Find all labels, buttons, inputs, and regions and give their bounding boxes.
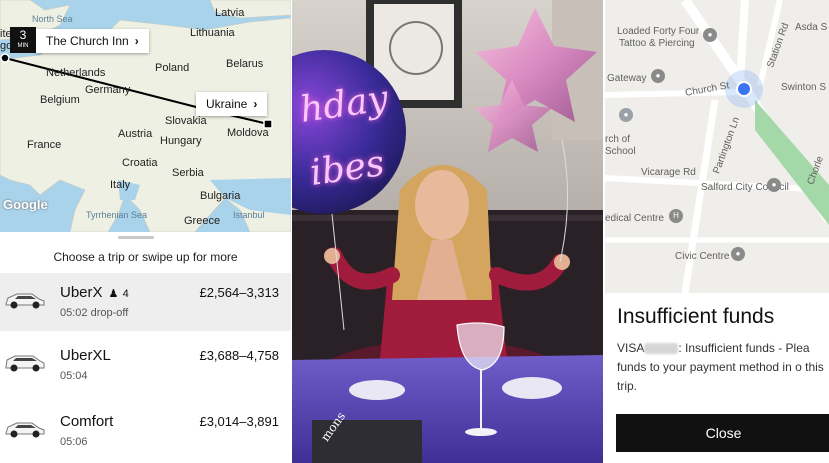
trip-option-comfort[interactable]: Comfort 05:06 £3,014–3,891 — [0, 402, 291, 460]
map-label: Austria — [118, 128, 153, 140]
trip-dropoff-time: 05:02 drop-off — [60, 307, 129, 319]
car-icon — [5, 293, 45, 309]
map-label: Tattoo & Piercing — [619, 38, 695, 49]
map-label: Hungary — [160, 135, 202, 147]
eta-badge: 3 MIN — [10, 27, 36, 53]
eta-unit: MIN — [17, 43, 29, 49]
trip-chooser-screen: North Sea Latvia Lithuania Belarus Polan… — [0, 0, 291, 463]
birthday-photo: hday ibes mons — [292, 0, 603, 463]
error-sheet: Insufficient funds VISA: Insufficient fu… — [605, 293, 829, 463]
seat-count: 4 — [122, 288, 129, 300]
government-icon: ● — [767, 178, 781, 192]
sheet-drag-handle[interactable] — [118, 236, 154, 239]
map-label: Gateway — [607, 73, 647, 84]
dropoff-callout[interactable]: Ukraine › — [196, 92, 268, 116]
trip-price: £3,688–4,758 — [199, 348, 279, 363]
shop-icon: ● — [703, 28, 717, 42]
map-label: Tyrrhenian Sea — [86, 210, 148, 220]
map-label: Moldova — [227, 127, 269, 139]
map-label: rch of — [605, 134, 631, 145]
chevron-right-icon: › — [134, 34, 139, 48]
pickup-marker — [0, 53, 10, 63]
error-message: VISA: Insufficient funds - Plea funds to… — [617, 341, 824, 393]
pickup-callout[interactable]: The Church Inn › — [36, 29, 149, 53]
map-label: edical Centre — [605, 213, 664, 224]
trip-price: £2,564–3,313 — [199, 285, 279, 300]
map-label: Germany — [85, 84, 131, 96]
map-label: France — [27, 139, 62, 151]
trip-dropoff-time: 05:04 — [60, 370, 88, 382]
map-label: Swinton S — [781, 82, 827, 93]
error-title: Insufficient funds — [617, 305, 775, 328]
map-label: School — [605, 146, 636, 157]
map-label: Bulgaria — [200, 190, 241, 202]
map-label: Belgium — [40, 94, 80, 106]
redacted-card-number — [644, 343, 679, 355]
map-label: Civic Centre — [675, 251, 730, 262]
pickup-callout-label: The Church Inn — [46, 34, 129, 48]
trip-name: UberXL — [60, 347, 111, 364]
photo-illustration — [292, 0, 603, 463]
map-label: Croatia — [122, 157, 158, 169]
map-label: Vicarage Rd — [641, 167, 696, 178]
map-label: Greece — [184, 215, 221, 227]
payment-error-screen: Loaded Forty Four Tattoo & Piercing ● As… — [605, 0, 829, 463]
trip-price: £3,014–3,891 — [199, 414, 279, 429]
hospital-icon: H — [669, 209, 683, 223]
local-map[interactable]: Loaded Forty Four Tattoo & Piercing ● As… — [605, 0, 829, 293]
map-label: Istanbul — [233, 210, 265, 220]
car-icon — [5, 355, 45, 372]
place-icon: ● — [651, 69, 665, 83]
map-label: Poland — [155, 62, 190, 74]
car-icon — [5, 422, 45, 438]
map-label: Latvia — [215, 7, 245, 19]
map-label: Serbia — [172, 167, 204, 179]
person-icon: ♟ — [108, 288, 119, 300]
trip-name: Comfort — [60, 413, 114, 430]
map-label: Italy — [110, 179, 131, 191]
church-icon: ● — [619, 108, 633, 122]
sheet-prompt: Choose a trip or swipe up for more — [53, 250, 238, 264]
route-map[interactable]: North Sea Latvia Lithuania Belarus Polan… — [0, 0, 291, 232]
map-label: Lithuania — [190, 27, 235, 39]
trip-name: UberX ♟ 4 — [60, 284, 129, 301]
chevron-right-icon: › — [253, 97, 258, 111]
map-label: Belarus — [226, 58, 264, 70]
map-label: North Sea — [32, 14, 73, 24]
map-label: Netherlands — [46, 67, 106, 79]
trip-sheet: Choose a trip or swipe up for more UberX… — [0, 232, 291, 463]
current-location-marker — [725, 70, 763, 108]
dropoff-callout-label: Ukraine — [206, 97, 248, 111]
close-button[interactable]: Close — [616, 414, 829, 452]
google-logo: Google — [3, 197, 48, 212]
place-icon: ● — [731, 247, 745, 261]
map-label: Asda S — [795, 22, 828, 33]
map-label: Loaded Forty Four — [617, 26, 700, 37]
eta-number: 3 — [19, 28, 27, 42]
trip-option-uberxl[interactable]: UberXL 05:04 £3,688–4,758 — [0, 336, 291, 394]
trip-option-uberx[interactable]: UberX ♟ 4 05:02 drop-off £2,564–3,313 — [0, 273, 291, 331]
map-label: Slovakia — [165, 115, 207, 127]
trip-dropoff-time: 05:06 — [60, 436, 88, 448]
